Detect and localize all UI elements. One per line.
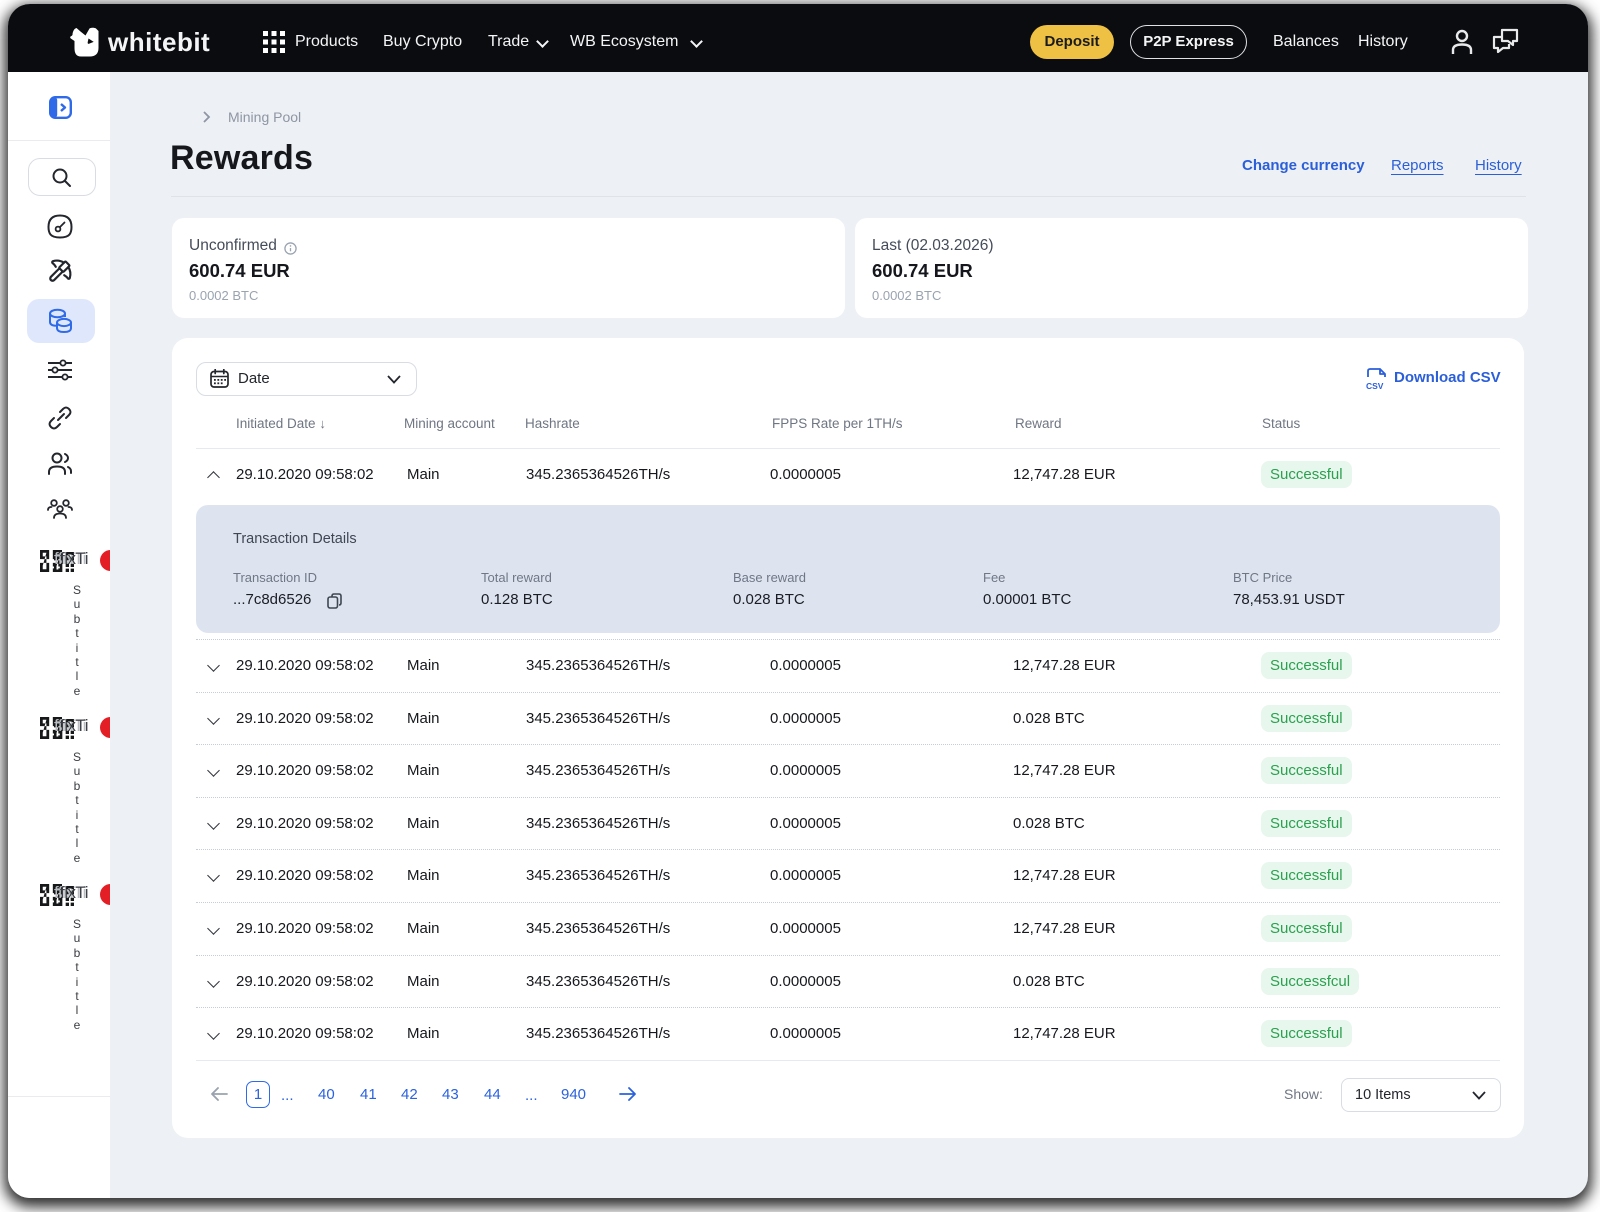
svg-text:CSV: CSV	[1366, 381, 1384, 391]
